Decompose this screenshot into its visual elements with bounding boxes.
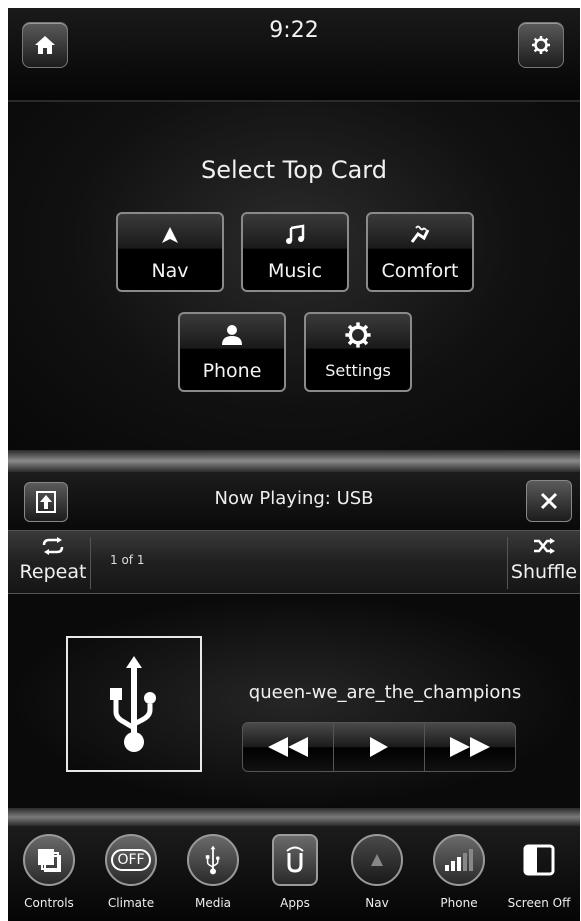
fast-forward-button[interactable] [425,723,515,771]
playback-options-bar: Repeat 1 of 1 Shuffle [8,530,580,594]
repeat-label: Repeat [19,561,87,583]
card-label: Nav [151,260,189,282]
card-label: Phone [202,360,262,382]
usb-icon [110,656,156,752]
transport-controls [242,722,516,772]
dock-label: Phone [440,896,478,910]
dock-nav[interactable]: Nav [336,834,418,910]
card-music[interactable]: Music [241,212,349,292]
dock-label: Screen Off [507,896,571,910]
shuffle-label: Shuffle [510,561,578,583]
dock-label: Controls [24,896,74,910]
card-nav[interactable]: Nav [116,212,224,292]
repeat-button[interactable]: Repeat [16,537,91,589]
fast-forward-icon [450,737,490,757]
album-art [66,636,202,772]
shuffle-button[interactable]: Shuffle [507,537,580,589]
person-icon [222,325,242,345]
card-label: Settings [325,361,391,380]
dock-label: Climate [107,896,155,910]
card-label: Music [267,260,323,282]
dock-phone[interactable]: Phone [418,834,500,910]
settings-button[interactable] [518,22,564,68]
bottom-dock: Controls OFF Climate Media Apps Nav Phon… [8,826,580,921]
controls-icon [38,849,61,872]
play-icon [370,737,388,757]
dock-media[interactable]: Media [172,834,254,910]
rewind-icon [268,737,308,757]
divider [8,808,580,826]
navigation-arrow-icon [371,854,383,866]
usb-icon [205,845,220,875]
card-comfort[interactable]: Comfort [366,212,474,292]
apps-icon [286,846,304,873]
now-playing-header: Now Playing: USB [8,472,580,528]
climate-off-badge: OFF [111,849,151,871]
dock-apps[interactable]: Apps [254,834,336,910]
signal-bars-icon [445,849,473,871]
dock-climate[interactable]: OFF Climate [90,834,172,910]
dock-screen-off[interactable]: Screen Off [498,834,580,910]
card-label: Comfort [381,260,459,282]
card-phone[interactable]: Phone [178,312,286,392]
select-top-card-title: Select Top Card [201,156,387,184]
play-button[interactable] [334,723,425,771]
dock-controls[interactable]: Controls [8,834,90,910]
uconnect-screen: 9:22 Select Top Card Nav Music Comfort P… [8,8,580,921]
seat-climate-icon [410,225,430,243]
select-top-card-panel: Select Top Card Nav Music Comfort Phone [8,102,580,452]
dock-label: Nav [365,896,389,910]
rewind-button[interactable] [243,723,334,771]
now-playing-title: Now Playing: USB [214,488,374,509]
media-panel: queen-we_are_the_champions [8,594,580,808]
screen-off-icon [523,844,555,876]
card-settings[interactable]: Settings [304,312,412,392]
close-button[interactable] [526,480,572,522]
top-bar: 9:22 [8,8,580,102]
shuffle-icon [534,538,555,554]
climate-off-icon: OFF [105,834,157,886]
track-count: 1 of 1 [110,553,145,567]
music-note-icon [286,224,305,244]
dock-label: Media [194,896,232,910]
gear-icon [345,322,371,348]
navigation-arrow-icon [162,227,178,243]
repeat-icon [42,537,64,555]
track-title: queen-we_are_the_champions [248,682,522,703]
dock-label: Apps [280,896,310,910]
close-icon [540,492,558,510]
clock: 9:22 [269,18,319,43]
divider [8,450,580,472]
gear-icon [532,36,550,54]
